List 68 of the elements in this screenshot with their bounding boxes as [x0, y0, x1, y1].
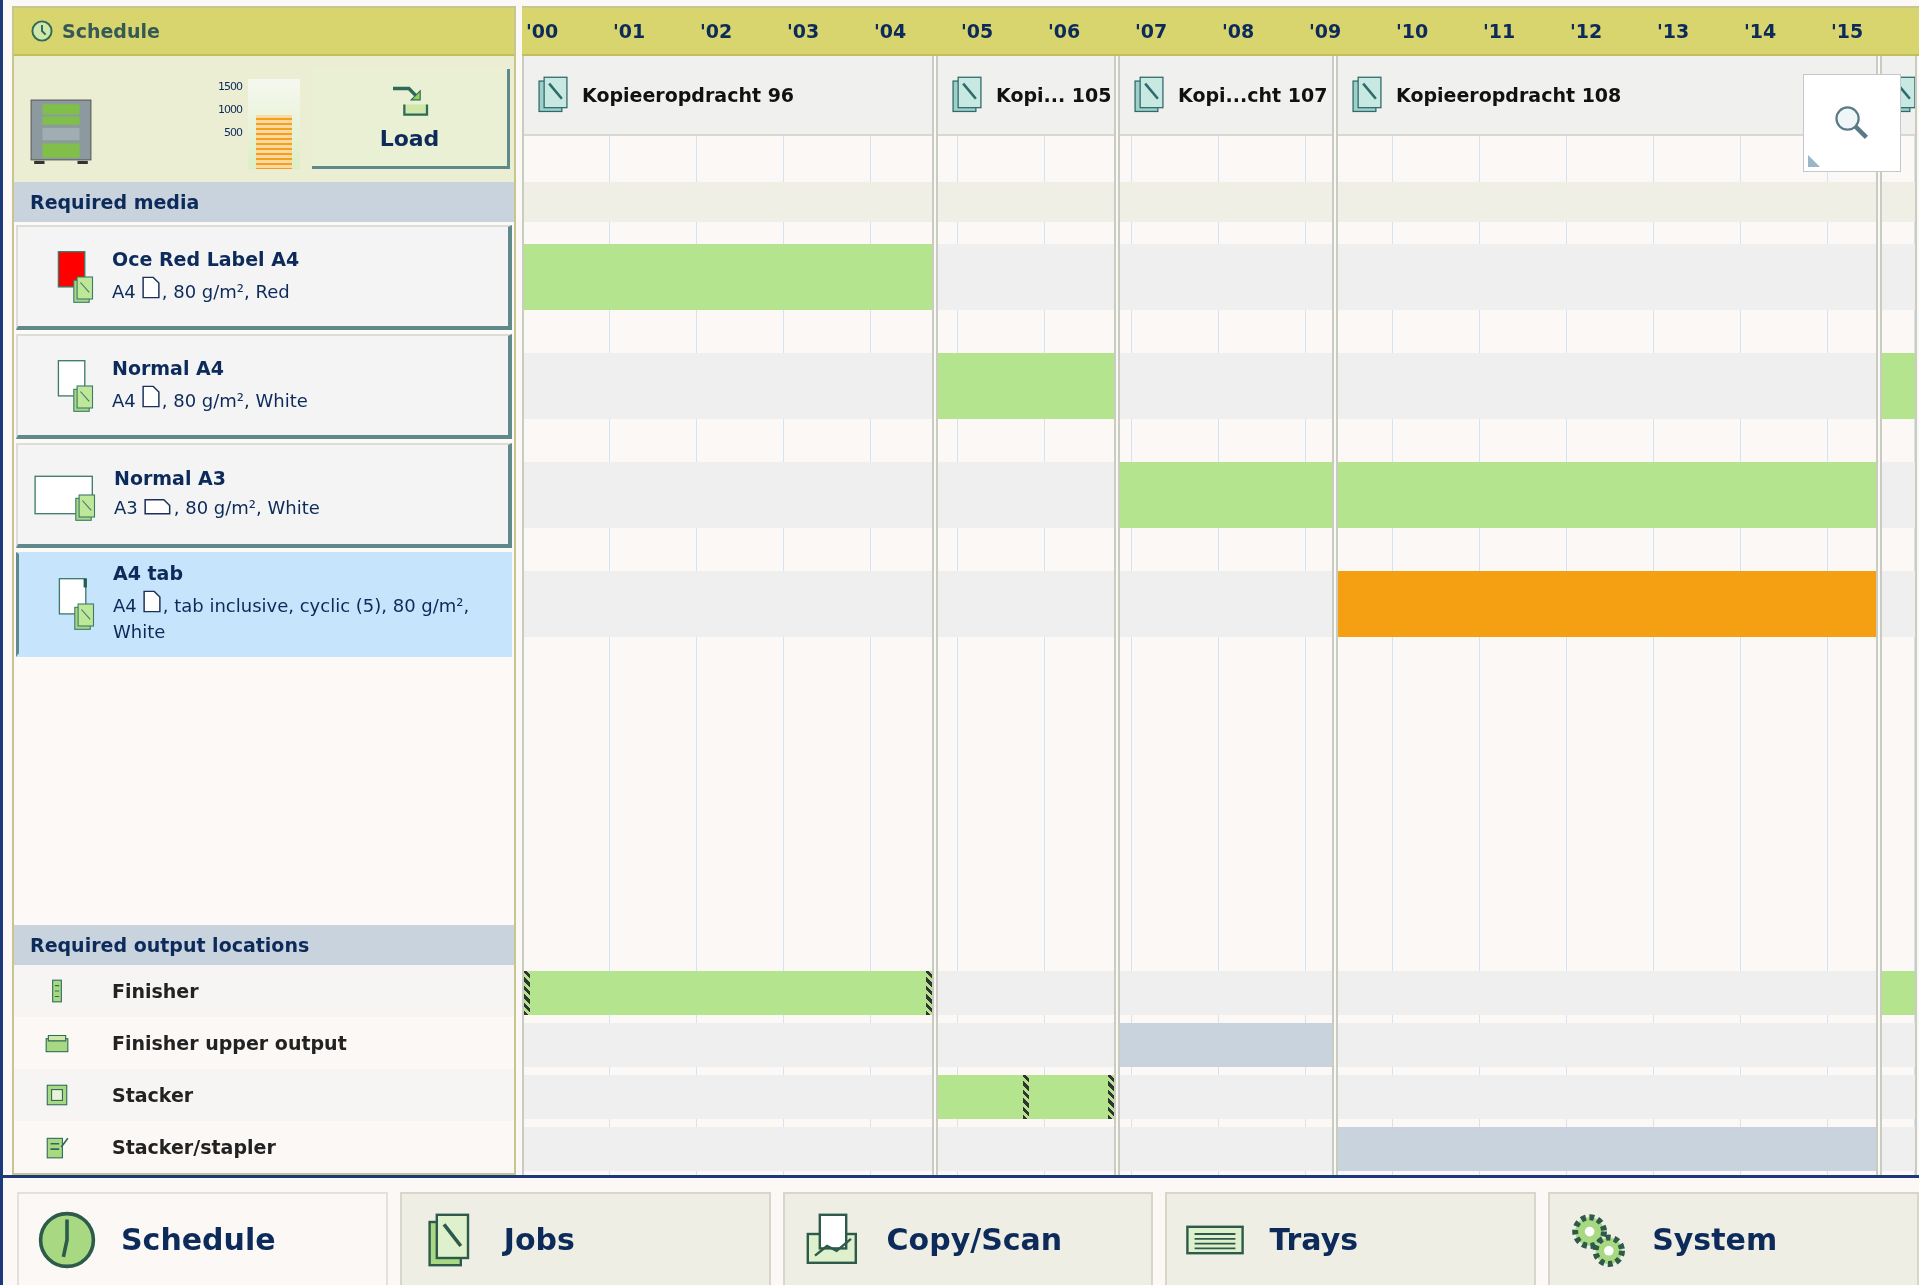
- media-name: Oce Red Label A4: [112, 247, 301, 270]
- clock-icon: [30, 19, 54, 43]
- year-label: '00: [526, 19, 560, 44]
- year-label: '02: [700, 19, 734, 44]
- stacker-icon: [44, 1082, 70, 1108]
- media-card[interactable]: Oce Red Label A4 A4 , 80 g/m², Red: [16, 225, 512, 330]
- output-name: Finisher upper output: [112, 1032, 347, 1054]
- gauge-label: 1500: [218, 79, 242, 93]
- section-heading: Required output locations: [14, 925, 514, 965]
- job-header[interactable]: Kopieeropdracht 108: [1338, 56, 1876, 136]
- year-label: '12: [1570, 19, 1604, 44]
- media-card[interactable]: A4 tab A4 , tab inclusive, cyclic (5), 80 g/m², White: [16, 552, 512, 657]
- cabinet-icon: [30, 98, 92, 164]
- year-label: '09: [1309, 19, 1343, 44]
- nav-tab[interactable]: Copy/Scan: [782, 1192, 1154, 1285]
- media-size: A4: [112, 280, 136, 302]
- job-header[interactable]: Kopi... 105: [938, 56, 1114, 136]
- document-icon: [536, 76, 570, 114]
- job-name: Kopi...cht 107: [1178, 84, 1328, 106]
- media-details: , 80 g/m², White: [173, 497, 320, 519]
- year-label: '07: [1135, 19, 1169, 44]
- nav-tab[interactable]: Trays: [1165, 1192, 1537, 1285]
- document-icon: [1350, 76, 1384, 114]
- media-details: , 80 g/m², Red: [161, 280, 290, 302]
- media-name: Normal A4: [112, 356, 225, 379]
- year-label: '08: [1222, 19, 1256, 44]
- media-name: A4 tab: [113, 561, 185, 584]
- year-label: '15: [1831, 19, 1865, 44]
- job-name: Kopi... 105: [996, 84, 1112, 106]
- output-name: Stacker/stapler: [112, 1136, 276, 1158]
- job-header[interactable]: Kopi...cht 107: [1120, 56, 1332, 136]
- media-details: , 80 g/m², White: [161, 389, 308, 411]
- year-label: '01: [613, 19, 647, 44]
- media-card[interactable]: Normal A3 A3 , 80 g/m², White: [16, 443, 512, 548]
- media-details: , tab inclusive, cyclic (5), 80 g/m²,: [162, 594, 470, 616]
- gauge-label: 500: [224, 125, 242, 139]
- job-header[interactable]: Kopieeropdracht 96: [524, 56, 932, 136]
- gauge-label: 1000: [218, 102, 242, 116]
- clock-icon: [37, 1209, 97, 1270]
- zoom-menu[interactable]: [1803, 74, 1901, 172]
- media-size: A3: [114, 497, 138, 519]
- job-name: Kopieeropdracht 96: [582, 84, 795, 106]
- output-name: Stacker: [112, 1084, 194, 1106]
- nav-tab[interactable]: Jobs: [399, 1192, 771, 1285]
- media-size: A4: [112, 389, 136, 411]
- year-label: '05: [961, 19, 995, 44]
- nav-tab[interactable]: Schedule: [17, 1192, 388, 1285]
- year-label: '04: [874, 19, 908, 44]
- media-card[interactable]: Normal A4 A4 , 80 g/m², White: [16, 334, 512, 439]
- panel-title: Schedule: [62, 20, 160, 42]
- year-label: '13: [1657, 19, 1691, 44]
- year-label: '14: [1744, 19, 1778, 44]
- year-label: '03: [787, 19, 821, 44]
- nav-tab[interactable]: System: [1548, 1192, 1919, 1285]
- year-label: '10: [1396, 19, 1430, 44]
- media-size: A4: [113, 594, 137, 616]
- output-name: Finisher: [112, 980, 199, 1002]
- corner-icon: [1808, 155, 1820, 167]
- year-label: '06: [1048, 19, 1082, 44]
- document-icon: [950, 76, 984, 114]
- job-name: Kopieeropdracht 108: [1396, 84, 1622, 106]
- year-label: '11: [1483, 19, 1517, 44]
- media-details: White: [113, 620, 167, 644]
- document-icon: [1132, 76, 1166, 114]
- load-button[interactable]: Load: [312, 69, 510, 169]
- section-heading: Required media: [14, 182, 514, 222]
- heading-band: [1882, 182, 1915, 222]
- media-name: Normal A3: [114, 467, 227, 490]
